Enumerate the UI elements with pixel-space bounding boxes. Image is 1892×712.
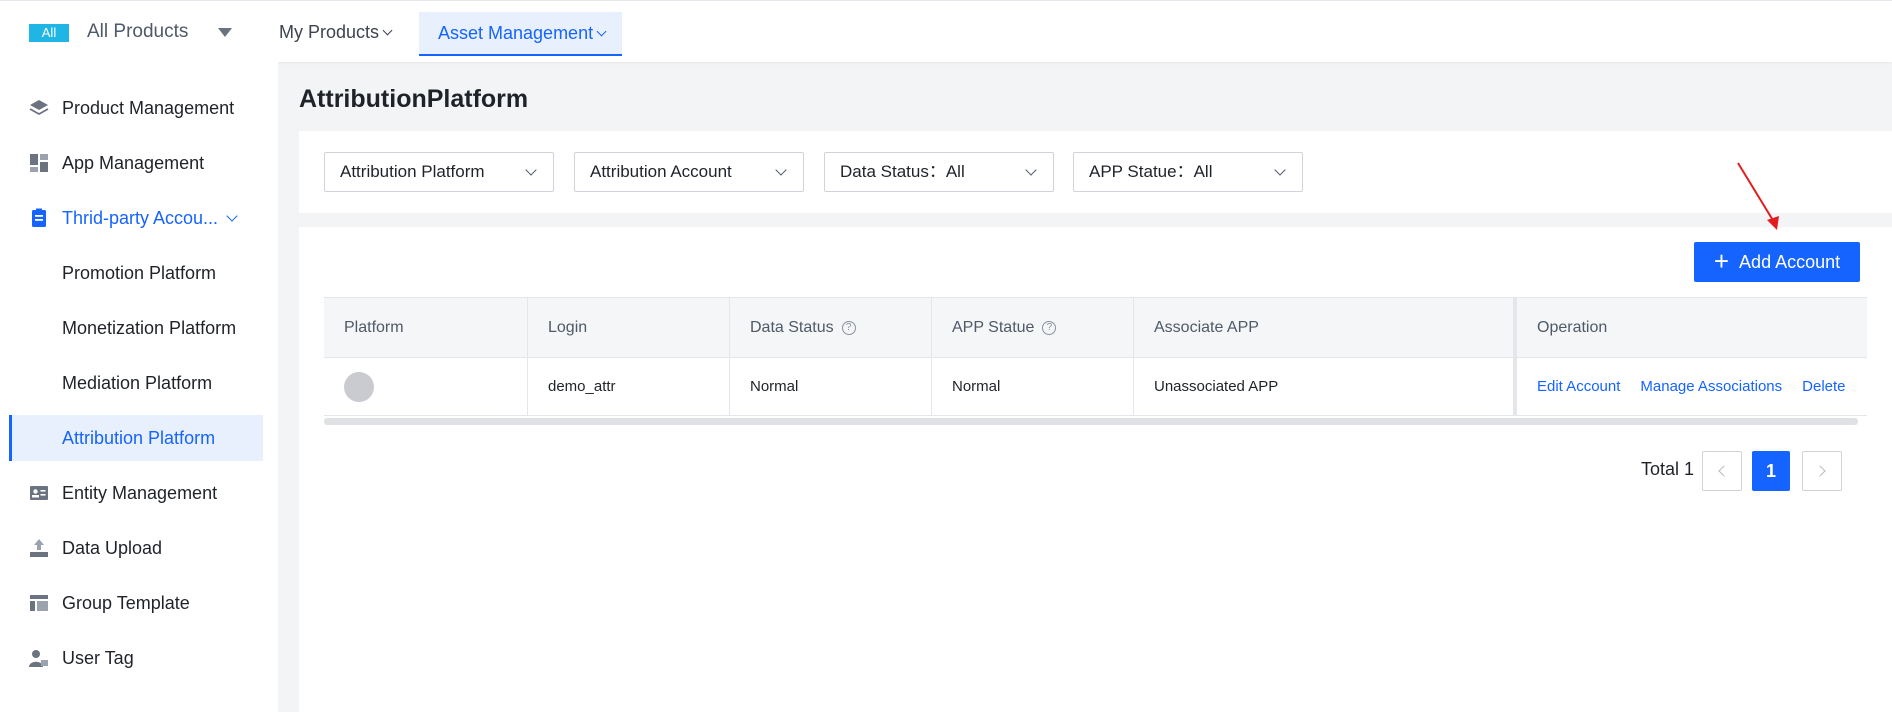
data-status-select[interactable]: Data Status：All bbox=[824, 152, 1054, 192]
upload-icon bbox=[30, 539, 48, 557]
sidebar: Product Management App Management Thrid-… bbox=[0, 62, 278, 712]
cell-login: demo_attr bbox=[528, 358, 730, 415]
cell-platform bbox=[324, 358, 528, 415]
sidebar-item-label: Entity Management bbox=[62, 482, 218, 503]
chevron-down-icon bbox=[1274, 164, 1286, 176]
select-value: Attribution Account bbox=[590, 162, 732, 181]
plus-icon: + bbox=[1713, 246, 1730, 276]
tab-asset-management-label: Asset Management bbox=[438, 23, 594, 43]
sidebar-item-label: Attribution Platform bbox=[62, 427, 216, 448]
tab-my-products[interactable]: My Products bbox=[279, 22, 393, 43]
header-app-statue: APP Statue? bbox=[932, 298, 1134, 357]
attribution-platform-select[interactable]: Attribution Platform bbox=[324, 152, 554, 192]
sidebar-item-data-upload[interactable]: Data Upload bbox=[0, 525, 263, 571]
app-grid-icon bbox=[30, 154, 48, 172]
chevron-right-icon bbox=[1814, 465, 1826, 477]
sidebar-item-monetization-platform[interactable]: Monetization Platform bbox=[0, 305, 263, 351]
page-title: AttributionPlatform bbox=[299, 85, 529, 113]
sidebar-item-promotion-platform[interactable]: Promotion Platform bbox=[0, 250, 263, 296]
sidebar-item-mediation-platform[interactable]: Mediation Platform bbox=[0, 360, 263, 406]
tab-my-products-label: My Products bbox=[279, 22, 380, 42]
help-icon[interactable]: ? bbox=[841, 320, 856, 335]
pagination-prev-button[interactable] bbox=[1702, 451, 1742, 491]
all-badge[interactable]: All bbox=[29, 24, 69, 42]
chevron-down-icon bbox=[382, 25, 393, 36]
add-account-label: Add Account bbox=[1739, 251, 1841, 272]
sidebar-item-label: User Tag bbox=[62, 647, 134, 668]
header-data-status: Data Status? bbox=[730, 298, 932, 357]
id-card-icon bbox=[30, 486, 48, 500]
table-header: Platform Login Data Status? APP Statue? … bbox=[324, 297, 1867, 358]
select-value: Attribution Platform bbox=[340, 162, 485, 181]
sidebar-item-label: Promotion Platform bbox=[62, 262, 217, 283]
layers-icon bbox=[29, 100, 49, 116]
caret-down-icon[interactable] bbox=[218, 28, 232, 37]
manage-associations-link[interactable]: Manage Associations bbox=[1640, 378, 1782, 395]
select-value: APP Statue：All bbox=[1089, 162, 1213, 181]
sidebar-item-label: Thrid-party Accou... bbox=[62, 207, 219, 228]
clipboard-icon bbox=[32, 208, 46, 227]
sidebar-item-label: Product Management bbox=[62, 97, 235, 118]
chevron-down-icon[interactable] bbox=[226, 210, 238, 222]
annotation-arrow-icon bbox=[1737, 162, 1779, 230]
cell-app-statue: Normal bbox=[932, 358, 1134, 415]
sidebar-item-product-management[interactable]: Product Management bbox=[0, 85, 263, 131]
header-label: Login bbox=[548, 318, 588, 336]
sidebar-item-label: App Management bbox=[62, 152, 205, 173]
pagination-total: Total 1 bbox=[1641, 459, 1695, 479]
cell-operation: Edit Account Manage Associations Delete bbox=[1514, 358, 1867, 415]
delete-link[interactable]: Delete bbox=[1802, 378, 1845, 395]
pagination-page-current[interactable]: 1 bbox=[1752, 451, 1790, 491]
attribution-account-select[interactable]: Attribution Account bbox=[574, 152, 804, 192]
help-icon[interactable]: ? bbox=[1042, 320, 1057, 335]
edit-account-link[interactable]: Edit Account bbox=[1537, 378, 1620, 395]
header-login: Login bbox=[528, 298, 730, 357]
platform-logo bbox=[344, 371, 374, 402]
tab-asset-management[interactable]: Asset Management bbox=[419, 12, 622, 56]
cell-associate-app: Unassociated APP bbox=[1134, 358, 1514, 415]
user-tag-icon bbox=[29, 650, 48, 667]
header-operation: Operation bbox=[1514, 298, 1867, 357]
top-navigation-bar: All All Products My Products Asset Manag… bbox=[0, 0, 1892, 62]
chevron-down-icon bbox=[596, 26, 607, 37]
add-account-button[interactable]: + Add Account bbox=[1694, 242, 1860, 282]
sidebar-item-label: Group Template bbox=[62, 592, 190, 613]
header-platform: Platform bbox=[324, 298, 528, 357]
chevron-down-icon bbox=[525, 164, 537, 176]
horizontal-scrollbar[interactable] bbox=[324, 418, 1858, 425]
app-statue-select[interactable]: APP Statue：All bbox=[1073, 152, 1303, 192]
chevron-left-icon bbox=[1718, 465, 1730, 477]
header-label: Platform bbox=[344, 318, 404, 336]
sidebar-item-user-tag[interactable]: User Tag bbox=[0, 635, 263, 681]
sidebar-item-attribution-platform[interactable]: Attribution Platform bbox=[9, 415, 263, 461]
header-associate-app: Associate APP bbox=[1134, 298, 1514, 357]
header-label: Operation bbox=[1537, 318, 1608, 336]
chevron-down-icon bbox=[1025, 164, 1037, 176]
sidebar-item-third-party-accounts[interactable]: Thrid-party Accou... bbox=[0, 195, 263, 241]
cell-data-status: Normal bbox=[730, 358, 932, 415]
table-row: demo_attr Normal Normal Unassociated APP… bbox=[324, 358, 1867, 416]
pagination-next-button[interactable] bbox=[1802, 451, 1842, 491]
select-value: Data Status：All bbox=[840, 162, 965, 181]
sidebar-item-label: Monetization Platform bbox=[62, 317, 237, 338]
sidebar-item-app-management[interactable]: App Management bbox=[0, 140, 263, 186]
sidebar-item-group-template[interactable]: Group Template bbox=[0, 580, 263, 626]
sidebar-item-label: Mediation Platform bbox=[62, 372, 213, 393]
sidebar-item-label: Data Upload bbox=[62, 537, 163, 558]
sidebar-item-entity-management[interactable]: Entity Management bbox=[0, 470, 263, 516]
header-label: APP Statue bbox=[952, 318, 1035, 336]
header-label: Associate APP bbox=[1154, 318, 1259, 336]
template-icon bbox=[30, 595, 48, 611]
all-products-selector[interactable]: All Products bbox=[87, 21, 188, 43]
header-label: Data Status bbox=[750, 318, 834, 336]
chevron-down-icon bbox=[775, 164, 787, 176]
